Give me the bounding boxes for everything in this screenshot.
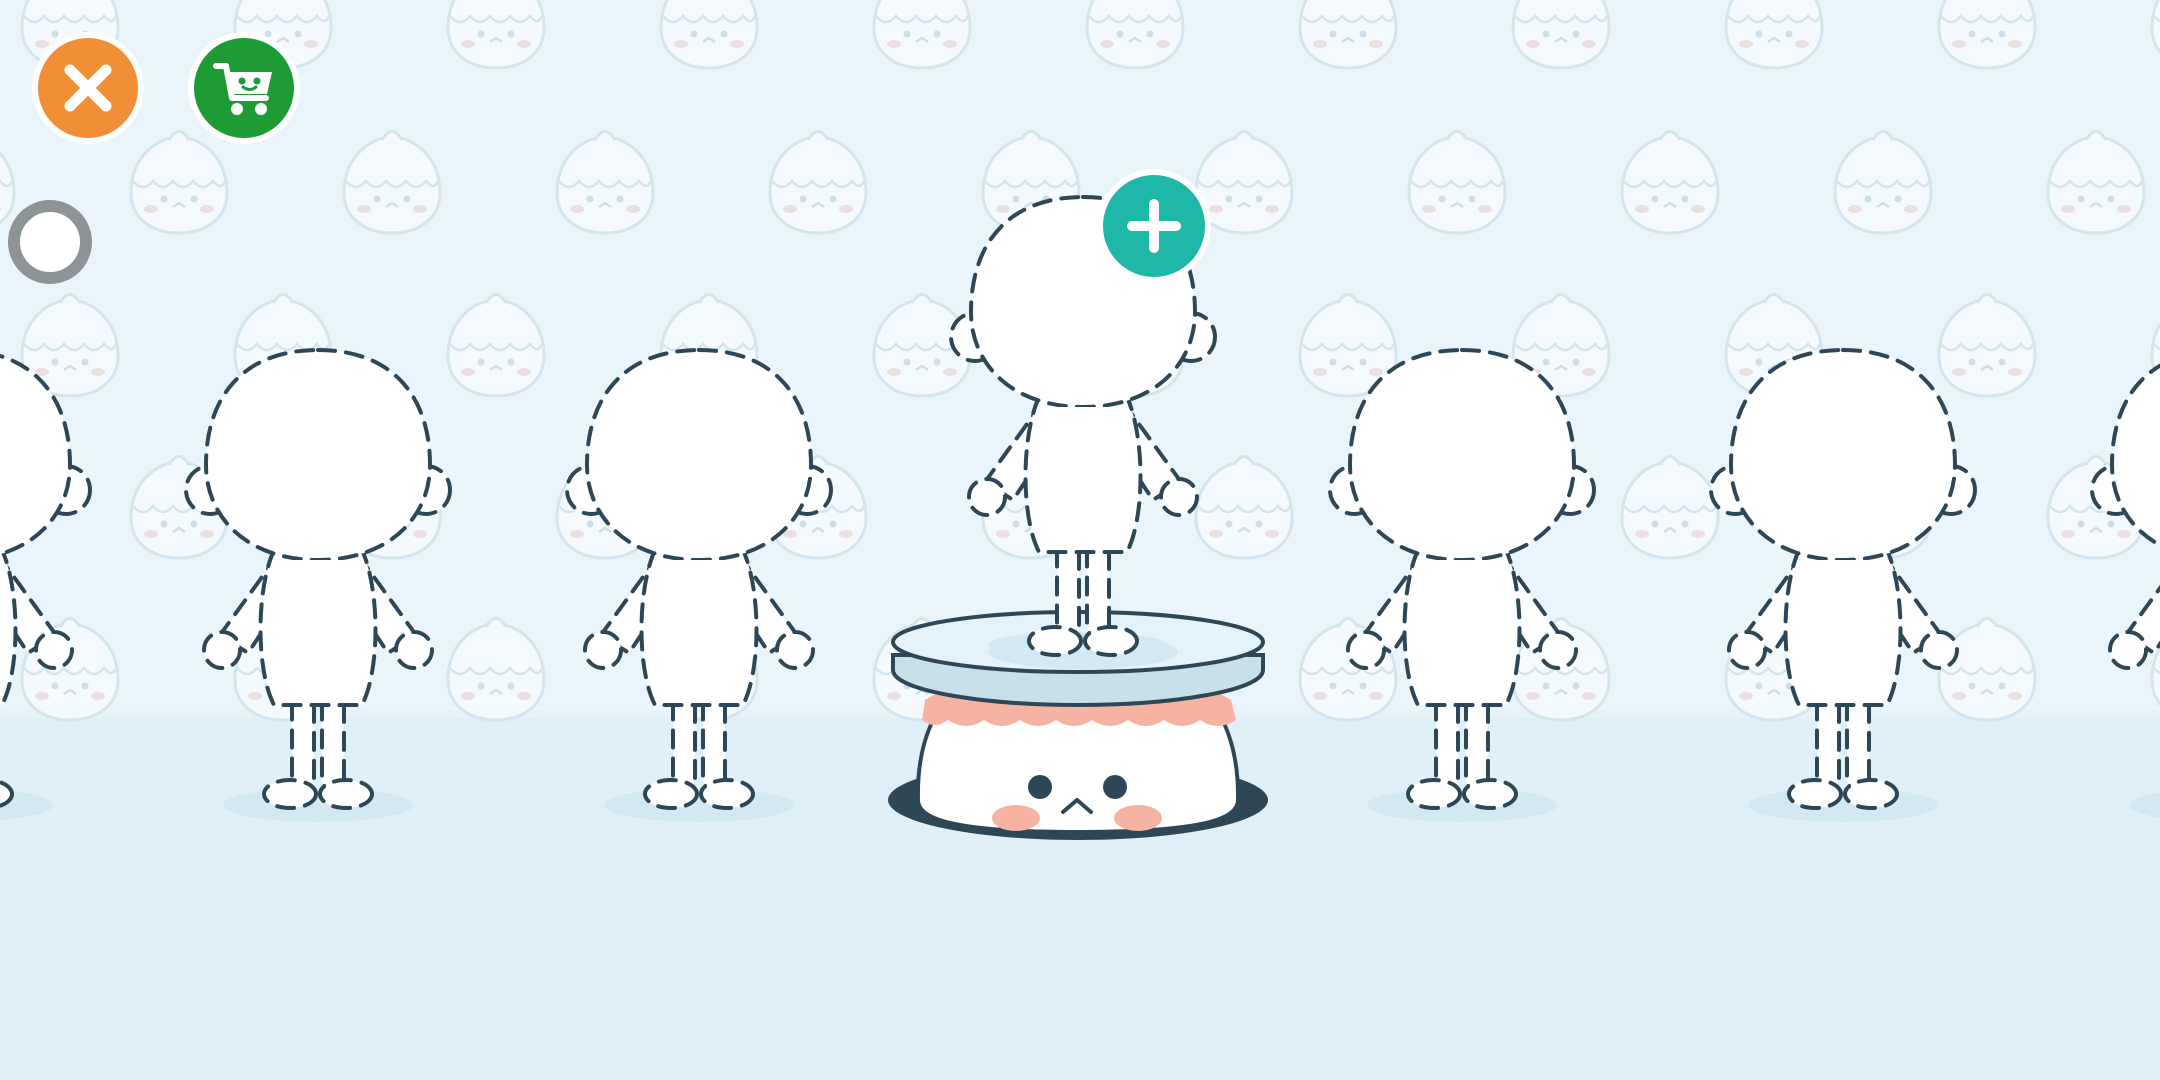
toggle-ring-icon bbox=[8, 200, 92, 284]
background-bun bbox=[1298, 0, 1398, 70]
background-bun bbox=[1511, 0, 1611, 70]
background-bun bbox=[659, 0, 759, 70]
plus-icon bbox=[1097, 169, 1211, 283]
close-button[interactable] bbox=[30, 30, 146, 146]
background-bun bbox=[1937, 0, 2037, 70]
background-bun bbox=[1724, 0, 1824, 70]
background-bun bbox=[1085, 0, 1185, 70]
shopping-cart-icon bbox=[188, 32, 300, 144]
background-bun bbox=[446, 0, 546, 70]
add-character-button[interactable] bbox=[1096, 168, 1212, 284]
background-bun bbox=[872, 0, 972, 70]
close-icon bbox=[32, 32, 144, 144]
character-scene bbox=[0, 0, 2160, 1080]
toggle-button[interactable] bbox=[0, 192, 102, 294]
shop-button[interactable] bbox=[186, 30, 302, 146]
